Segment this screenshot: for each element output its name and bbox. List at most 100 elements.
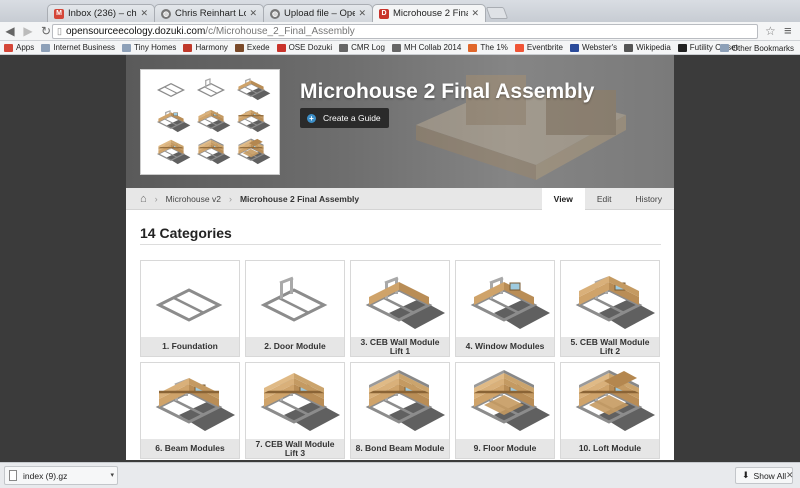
bookmark-label: Wikipedia (636, 43, 671, 52)
category-label: 4. Window Modules (456, 337, 554, 356)
menu-icon[interactable]: ≡ (784, 23, 792, 38)
close-icon[interactable]: ✕ (786, 470, 794, 481)
page-title: Microhouse 2 Final Assembly (300, 80, 595, 103)
bookmark-item[interactable]: Exede (234, 43, 270, 52)
category-image (260, 373, 340, 431)
category-card[interactable]: 6. Beam Modules (140, 362, 240, 459)
tab-label: Chris Reinhart Log – Open Sou (175, 8, 246, 19)
globe-icon: ◍ (270, 8, 280, 19)
category-card[interactable]: 4. Window Modules (455, 260, 555, 357)
dozuki-icon: D (379, 8, 389, 19)
bookmark-item[interactable]: Tiny Homes (122, 43, 176, 52)
bookmark-item[interactable]: Apps (4, 43, 34, 52)
close-icon[interactable]: ✕ (471, 8, 479, 19)
bookmark-label: Apps (16, 43, 35, 52)
download-bar: index (9).gz ▾ ⬇ Show All ✕ (0, 462, 800, 488)
category-image (575, 276, 655, 329)
home-icon[interactable]: ⌂ (140, 193, 147, 205)
category-label: 7. CEB Wall Module Lift 3 (246, 439, 344, 458)
url-domain: opensourceecology.dozuki.com (65, 26, 206, 37)
tab-view[interactable]: View (541, 188, 585, 210)
other-bookmarks[interactable]: Other Bookmarks (719, 41, 794, 55)
globe-icon: ◍ (161, 8, 171, 19)
apps-icon (4, 43, 13, 52)
chevron-right-icon: › (228, 193, 232, 204)
category-label: 5. CEB Wall Module Lift 2 (561, 337, 659, 356)
tab-history[interactable]: History (624, 188, 674, 210)
create-guide-button[interactable]: + Create a Guide (300, 108, 389, 128)
category-card[interactable]: 7. CEB Wall Module Lift 3 (245, 362, 345, 459)
tab-label: Inbox (236) – chris@opensource (68, 8, 137, 19)
bookmark-item[interactable]: Eventbrite (514, 43, 563, 52)
category-card[interactable]: 3. CEB Wall Module Lift 1 (350, 260, 450, 357)
bookmark-label: CMR Log (351, 43, 385, 52)
bookmark-icon (569, 43, 579, 52)
bookmark-label: Eventbrite (526, 43, 563, 52)
bookmark-icon (391, 43, 401, 52)
back-icon[interactable]: ◀ (2, 24, 18, 38)
gmail-icon: M (54, 8, 64, 19)
category-image (365, 276, 445, 329)
download-item[interactable]: index (9).gz ▾ (4, 466, 118, 485)
bookmark-item[interactable]: MH Collab 2014 (391, 43, 462, 52)
breadcrumb: ⌂ › Microhouse v2 › Microhouse 2 Final A… (126, 188, 674, 210)
folder-icon (719, 44, 729, 52)
category-label: 2. Door Module (246, 337, 344, 356)
category-card[interactable]: 1. Foundation (140, 260, 240, 357)
bookmark-item[interactable]: The 1% (468, 43, 508, 52)
breadcrumb-current: Microhouse 2 Final Assembly (239, 193, 360, 204)
category-label: 8. Bond Beam Module (351, 439, 449, 458)
bookmark-label: MH Collab 2014 (403, 43, 462, 52)
address-bar[interactable]: ▯ opensourceecology.dozuki.com/c/Microho… (52, 24, 758, 39)
breadcrumb-parent[interactable]: Microhouse v2 (166, 194, 221, 204)
bookmark-item[interactable]: Internet Business (41, 43, 115, 52)
show-all-downloads-button[interactable]: ⬇ Show All (735, 467, 794, 484)
other-bookmarks-label: Other Bookmarks (731, 43, 794, 53)
chevron-down-icon[interactable]: ▾ (110, 471, 114, 479)
category-label: 3. CEB Wall Module Lift 1 (351, 337, 449, 356)
bookmark-item[interactable]: OSE Dozuki (276, 43, 333, 52)
category-image (575, 370, 655, 431)
bookmark-star-icon[interactable]: ☆ (765, 24, 776, 38)
forward-icon[interactable]: ▶ (20, 24, 36, 38)
category-card[interactable]: 8. Bond Beam Module (350, 362, 450, 459)
browser-tab-gmail[interactable]: M Inbox (236) – chris@opensource ✕ (47, 4, 155, 22)
category-card[interactable]: 2. Door Module (245, 260, 345, 357)
file-icon (9, 470, 17, 481)
bookmark-item[interactable]: Harmony (183, 43, 228, 52)
close-icon[interactable]: ✕ (140, 8, 148, 19)
divider (140, 244, 661, 245)
page-icon: ▯ (57, 26, 62, 36)
bookmark-item[interactable]: Wikipedia (624, 43, 671, 52)
category-card[interactable]: 9. Floor Module (455, 362, 555, 459)
bookmark-icon (41, 43, 51, 52)
new-tab-button[interactable] (485, 7, 509, 19)
category-card[interactable]: 10. Loft Module (560, 362, 660, 459)
bookmark-icon (234, 43, 244, 52)
browser-tab-log[interactable]: ◍ Chris Reinhart Log – Open Sou ✕ (154, 4, 264, 22)
tab-label: Microhouse 2 Final Assembly (393, 8, 468, 19)
tab-label: Upload file – Open Source Ecol (284, 8, 355, 19)
bookmark-icon (122, 43, 132, 52)
bookmark-label: Tiny Homes (134, 43, 177, 52)
category-image (470, 370, 550, 431)
browser-toolbar: ◀ ▶ ↻ ▯ opensourceecology.dozuki.com/c/M… (0, 22, 800, 41)
bookmark-item[interactable]: CMR Log (339, 43, 385, 52)
browser-tab-microhouse[interactable]: D Microhouse 2 Final Assembly ✕ (372, 4, 486, 22)
bookmark-label: Webster's (581, 43, 618, 52)
bookmark-label: Harmony (195, 43, 228, 52)
bookmark-label: OSE Dozuki (288, 43, 333, 52)
category-card[interactable]: 5. CEB Wall Module Lift 2 (560, 260, 660, 357)
bookmark-item[interactable]: Webster's (569, 43, 618, 52)
chevron-right-icon: › (154, 193, 158, 204)
browser-tab-upload[interactable]: ◍ Upload file – Open Source Ecol ✕ (263, 4, 373, 22)
url-path: /c/Microhouse_2_Final_Assembly (205, 26, 355, 37)
category-hero: Microhouse 2 Final Assembly + Create a G… (126, 55, 674, 188)
close-icon[interactable]: ✕ (358, 8, 366, 19)
tab-edit[interactable]: Edit (585, 188, 624, 210)
download-filename: index (9).gz (23, 470, 68, 481)
close-icon[interactable]: ✕ (249, 8, 257, 19)
category-label: 10. Loft Module (561, 439, 659, 458)
category-label: 1. Foundation (141, 337, 239, 356)
category-label: 6. Beam Modules (141, 439, 239, 458)
